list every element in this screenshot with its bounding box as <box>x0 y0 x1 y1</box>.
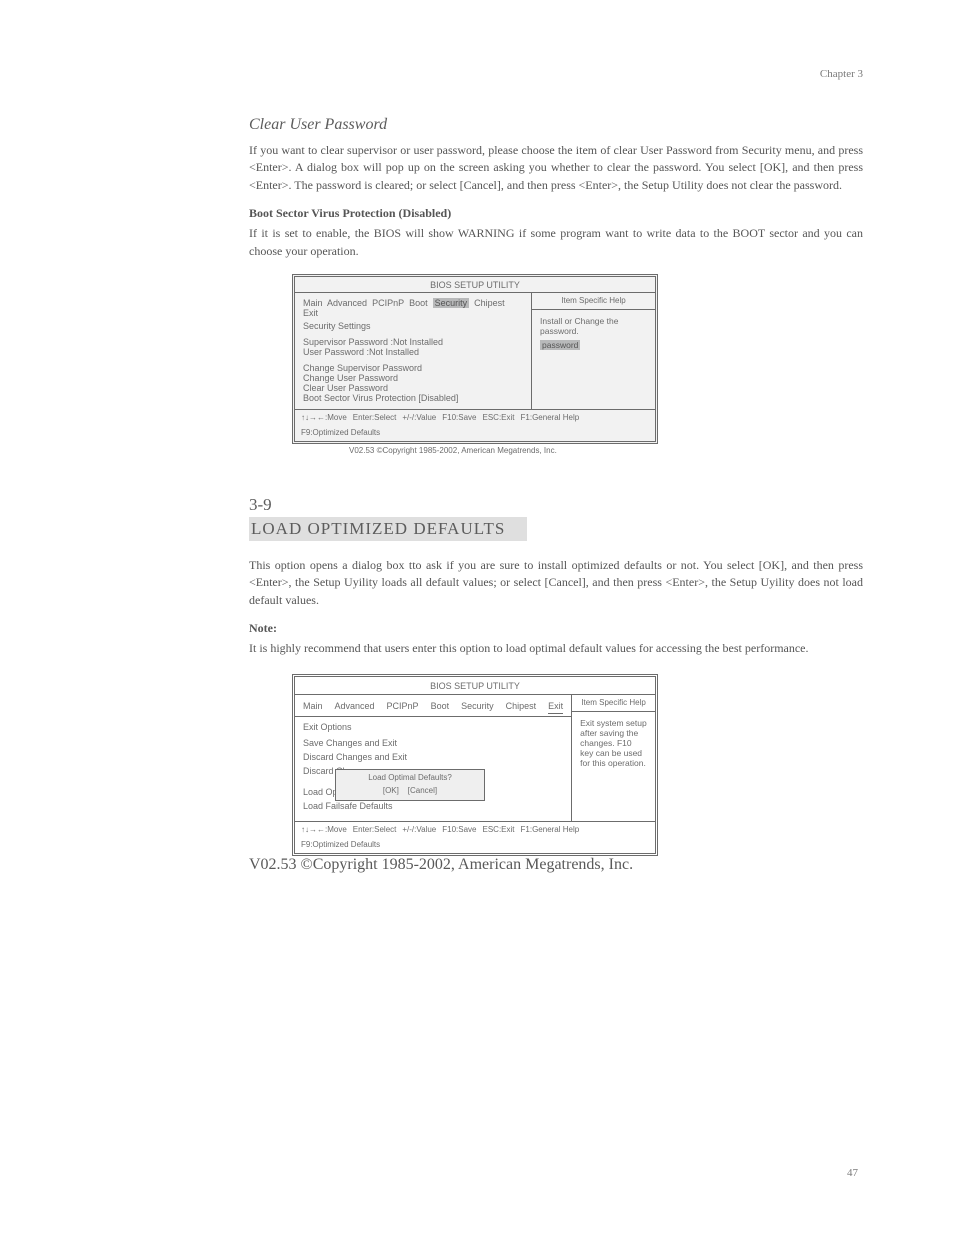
section-3-9-number: 3-9 <box>249 495 863 515</box>
chapter-header: Chapter 3 <box>249 68 863 80</box>
footer-exit: ESC:Exit <box>483 825 515 834</box>
section-clear-user-password-heading: Clear User Password <box>249 116 863 134</box>
tab-advanced: Advanced <box>335 700 375 714</box>
bios2-tab-strip: Main Advanced PCIPnP Boot Security Chipe… <box>303 700 563 714</box>
bios2-menu-heading: Exit Options <box>303 721 563 733</box>
footer-save: F10:Save <box>442 825 476 834</box>
bios-line: Security Settings <box>303 321 523 331</box>
note-text: It is highly recommend that users enter … <box>249 640 863 657</box>
tab-main: Main <box>303 298 323 308</box>
tab-security: Security <box>461 700 494 714</box>
tab-boot: Boot <box>431 700 450 714</box>
footer-save: F10:Save <box>442 413 476 422</box>
footer-value: +/-/:Value <box>402 413 436 422</box>
help-text-fragment: Install or Change the password. <box>540 316 618 336</box>
footer-defaults: F9:Optimized Defaults <box>301 428 380 437</box>
bios-footer: ↑↓→←:Move Enter:Select +/-/:Value F10:Sa… <box>295 409 655 441</box>
tab-security: Security <box>433 298 470 308</box>
dialog-cancel-button: [Cancel] <box>408 786 437 795</box>
menu-load-failsafe: Load Failsafe Defaults <box>303 800 563 812</box>
footer-exit: ESC:Exit <box>483 413 515 422</box>
section-3-9-title: LOAD OPTIMIZED DEFAULTS <box>249 517 527 541</box>
bios-line: Boot Sector Virus Protection [Disabled] <box>303 393 523 403</box>
bios-help-title: Item Specific Help <box>532 293 655 310</box>
menu-discard-exit: Discard Changes and Exit <box>303 751 563 763</box>
boot-sector-heading: Boot Sector Virus Protection (Disabled) <box>249 206 863 221</box>
bios-line: Clear User Password <box>303 383 523 393</box>
tab-boot: Boot <box>409 298 428 308</box>
note-heading: Note: <box>249 621 863 636</box>
paragraph-boot-sector: If it is set to enable, the BIOS will sh… <box>249 225 863 260</box>
footer-enter: Enter:Select <box>353 825 397 834</box>
tab-chipest: Chipest <box>474 298 505 308</box>
bios2-left-pane: Main Advanced PCIPnP Boot Security Chipe… <box>295 695 572 821</box>
dialog-title: Load Optimal Defaults? <box>342 773 478 784</box>
tab-advanced: Advanced <box>327 298 367 308</box>
paragraph-clear-user-password: If you want to clear supervisor or user … <box>249 142 863 194</box>
tab-exit: Exit <box>548 700 563 714</box>
menu-save-exit: Save Changes and Exit <box>303 737 563 749</box>
bios-help-text: Install or Change the password. password <box>532 310 655 409</box>
footer-enter: Enter:Select <box>353 413 397 422</box>
bios-caption: V02.53 ©Copyright 1985-2002, American Me… <box>349 446 863 455</box>
bios2-caption: V02.53 ©Copyright 1985-2002, American Me… <box>249 856 863 874</box>
help-highlight: password <box>540 340 580 350</box>
bios2-footer: ↑↓→←:Move Enter:Select +/-/:Value F10:Sa… <box>295 821 655 853</box>
confirm-dialog: Load Optimal Defaults? [OK] [Cancel] <box>335 769 485 802</box>
footer-help: F1:General Help <box>521 413 580 422</box>
footer-defaults: F9:Optimized Defaults <box>301 840 380 849</box>
footer-move: ↑↓→←:Move <box>301 825 347 834</box>
footer-value: +/-/:Value <box>402 825 436 834</box>
bios-left-pane: Main Advanced PCIPnP Boot Security Chipe… <box>295 293 532 409</box>
tab-exit: Exit <box>303 308 318 318</box>
bios-line: Change Supervisor Password <box>303 363 523 373</box>
page-number: 47 <box>847 1167 858 1179</box>
bios-line: Supervisor Password :Not Installed <box>303 337 523 347</box>
footer-move: ↑↓→←:Move <box>301 413 347 422</box>
dialog-ok-button: [OK] <box>383 786 399 795</box>
tab-chipest: Chipest <box>506 700 537 714</box>
tab-main: Main <box>303 700 323 714</box>
bios-security-panel: BIOS SETUP UTILITY Main Advanced PCIPnP … <box>292 274 658 444</box>
bios-exit-panel: BIOS SETUP UTILITY Main Advanced PCIPnP … <box>292 674 658 856</box>
bios-line: Change User Password <box>303 373 523 383</box>
tab-pcipnp: PCIPnP <box>372 298 404 308</box>
bios-title: BIOS SETUP UTILITY <box>295 277 655 292</box>
tab-pcipnp: PCIPnP <box>387 700 419 714</box>
paragraph-load-optimal: This option opens a dialog box tto ask i… <box>249 557 863 609</box>
footer-help: F1:General Help <box>521 825 580 834</box>
bios2-help-text: Exit system setup after saving the chang… <box>572 712 655 821</box>
bios-line: User Password :Not Installed <box>303 347 523 357</box>
bios2-title: BIOS SETUP UTILITY <box>295 677 655 694</box>
bios-tab-strip: Main Advanced PCIPnP Boot Security Chipe… <box>303 298 523 318</box>
bios2-help-title: Item Specific Help <box>572 695 655 712</box>
